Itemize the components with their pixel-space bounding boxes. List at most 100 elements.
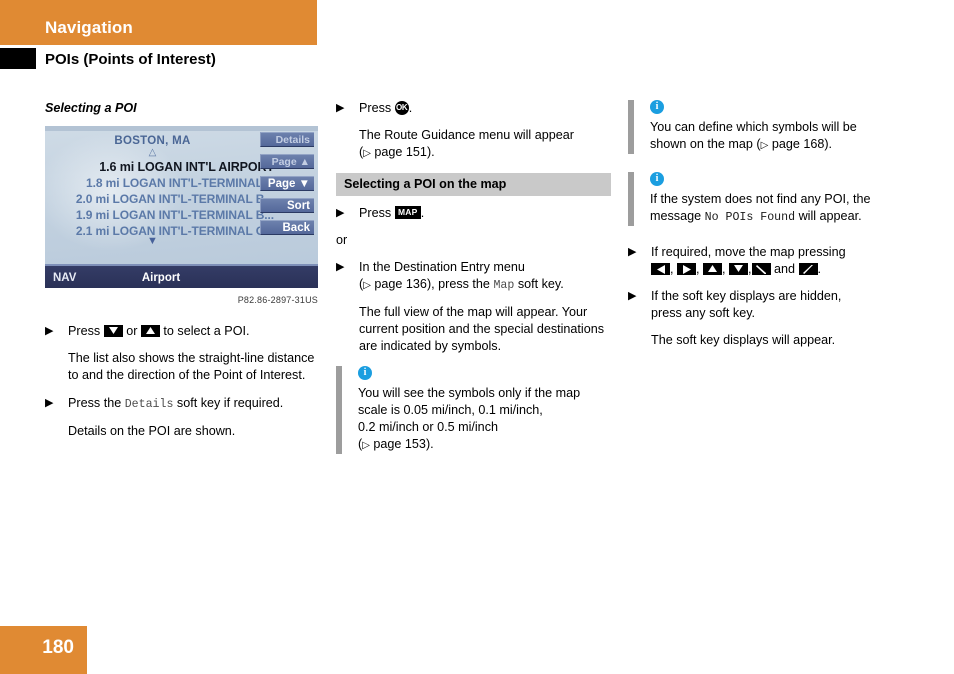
- step-text-line2-post: soft key.: [517, 277, 564, 291]
- note-text: You will see the symbols only if the map…: [358, 385, 611, 454]
- info-icon: i: [358, 366, 372, 380]
- note-text: If the system does not find any POI, the…: [650, 191, 918, 226]
- step-text-line1: If required, move the map pressing: [651, 245, 846, 259]
- step-press-ok-result: The Route Guidance menu will appear (▷ p…: [336, 127, 611, 162]
- page-reference[interactable]: page 151: [374, 145, 427, 159]
- up-arrow-key-icon[interactable]: [703, 262, 722, 275]
- diagonal-up-right-arrow-key-icon[interactable]: [798, 262, 818, 275]
- up-arrow-key-icon[interactable]: [140, 324, 160, 337]
- note-line-2-pre: message: [650, 209, 702, 223]
- step-text-pre: Press: [68, 324, 101, 338]
- softkey-name-details: Details: [124, 398, 174, 411]
- left-arrow-key-icon[interactable]: [651, 262, 670, 275]
- step-press-ok: ▶ Press OK.: [336, 100, 611, 117]
- page-number: 180: [42, 637, 74, 658]
- right-arrow-key-icon[interactable]: [677, 262, 696, 275]
- step-select-poi-result: The list also shows the straight-line di…: [68, 351, 315, 382]
- poi-distance: 1.6 mi: [99, 160, 135, 174]
- page-reference[interactable]: page 153: [373, 437, 426, 451]
- left-subheading: Selecting a POI: [45, 101, 137, 115]
- poi-name: LOGAN INT'L-TERMINAL B...: [112, 208, 275, 222]
- poi-name: LOGAN INT'L AIRPORT: [137, 160, 275, 174]
- nav-status-bar: NAV Airport: [45, 264, 318, 288]
- section-title: POIs (Points of Interest): [45, 51, 216, 68]
- note-line-3: 0.2 mi/inch or 0.5 mi/inch: [358, 420, 498, 434]
- poi-list[interactable]: 1.6 mi LOGAN INT'L AIRPORT 1.8 mi LOGAN …: [45, 159, 277, 239]
- note-text: You can define which symbols will be sho…: [650, 119, 918, 154]
- step-bullet-icon: ▶: [45, 325, 54, 337]
- note-line-1: You can define which symbols will be: [650, 120, 857, 134]
- soft-key-sort[interactable]: Sort: [260, 198, 314, 213]
- step-text-end: .: [817, 262, 822, 276]
- note-accent-bar: [336, 366, 342, 454]
- diagonal-down-right-arrow-key-icon[interactable]: [751, 262, 771, 275]
- step-destination-entry-result: The full view of the map will appear. Yo…: [359, 305, 605, 353]
- step-text-post: .: [408, 101, 413, 115]
- step-press-map: ▶ Press MAP.: [336, 205, 611, 222]
- step-destination-entry: ▶ In the Destination Entry menu (▷ page …: [336, 259, 611, 294]
- left-column: Selecting a POI BOSTON, MA △ 1.6 mi LOGA…: [45, 100, 325, 451]
- poi-list-item[interactable]: 1.9 mi LOGAN INT'L-TERMINAL B...: [45, 207, 277, 223]
- poi-distance: 1.9 mi: [75, 208, 110, 222]
- or-separator: or: [336, 233, 348, 247]
- info-icon: i: [650, 172, 664, 186]
- poi-distance: 1.8 mi: [86, 176, 120, 190]
- soft-key-page-up[interactable]: Page ▲: [260, 154, 314, 169]
- page-reference[interactable]: page 136: [374, 277, 427, 291]
- note-line-2-post: will appear.: [798, 209, 862, 223]
- poi-distance: 2.0 mi: [75, 192, 110, 206]
- step-softkeys-hidden-result: The soft key displays will appear.: [651, 333, 836, 347]
- step-text-and: and: [774, 262, 796, 276]
- right-column: i You can define which symbols will be s…: [628, 100, 918, 360]
- cross-reference-triangle-icon: ▷: [363, 147, 371, 159]
- middle-column: ▶ Press OK. The Route Guidance menu will…: [336, 100, 611, 472]
- step-text-post: .: [420, 206, 425, 220]
- step-text-mid: or: [126, 324, 138, 338]
- section-marker-block: [0, 48, 36, 69]
- nav-category-label: Airport: [141, 272, 181, 284]
- step-move-map: ▶ If required, move the map pressing , ,…: [628, 245, 846, 276]
- step-text-post: to select a POI.: [163, 324, 250, 338]
- step-text-line2: press any soft key.: [651, 306, 756, 320]
- down-arrow-key-icon[interactable]: [103, 324, 123, 337]
- info-icon: i: [650, 100, 664, 114]
- poi-list-item[interactable]: 1.6 mi LOGAN INT'L AIRPORT: [45, 159, 277, 175]
- soft-key-page-down[interactable]: Page ▼: [260, 176, 314, 191]
- system-message-no-pois: No POIs Found: [704, 211, 796, 224]
- page-reference[interactable]: page 168: [772, 137, 825, 151]
- soft-key-back[interactable]: Back: [260, 220, 314, 235]
- chapter-title: Navigation: [45, 18, 133, 37]
- step-bullet-icon: ▶: [45, 397, 54, 409]
- step-press-details: ▶ Press the Details soft key if required…: [45, 395, 325, 413]
- note-accent-bar: [628, 172, 634, 226]
- poi-name: LOGAN INT'L-TERMINAL A: [122, 176, 274, 190]
- poi-list-item[interactable]: 2.0 mi LOGAN INT'L-TERMINAL B...: [45, 191, 277, 207]
- figure-caption: P82.86-2897-31US: [237, 295, 318, 305]
- step-text-post: soft key if required.: [176, 396, 284, 410]
- scroll-up-icon[interactable]: △: [45, 148, 260, 158]
- step-text-line1: In the Destination Entry menu: [359, 260, 525, 274]
- step-bullet-icon: ▶: [336, 102, 345, 114]
- screen-top-strip: [45, 126, 318, 131]
- cross-reference-triangle-icon: ▷: [362, 439, 370, 451]
- ok-button-icon[interactable]: OK: [394, 100, 409, 115]
- note-no-pois-found: i If the system does not find any POI, t…: [628, 172, 918, 226]
- cross-reference-triangle-icon: ▷: [760, 139, 769, 151]
- map-key-icon[interactable]: MAP: [394, 206, 421, 220]
- note-line-4-post: ).: [425, 437, 434, 451]
- step-bullet-icon: ▶: [336, 207, 345, 219]
- middle-subheading: Selecting a POI on the map: [336, 173, 611, 196]
- step-text-pre: Press: [359, 206, 392, 220]
- poi-list-item[interactable]: 1.8 mi LOGAN INT'L-TERMINAL A: [45, 175, 277, 191]
- note-accent-bar: [628, 100, 634, 154]
- softkey-name-map: Map: [493, 279, 515, 292]
- note-line-1: If the system does not find any POI, the: [650, 192, 871, 206]
- step-text-line1: If the soft key displays are hidden,: [651, 289, 842, 303]
- result-line-2-post: ).: [426, 145, 435, 159]
- note-line-2-post: ).: [824, 137, 833, 151]
- note-define-symbols: i You can define which symbols will be s…: [628, 100, 918, 154]
- step-text-pre: Press the: [68, 396, 122, 410]
- soft-key-details[interactable]: Details: [260, 132, 314, 147]
- down-arrow-key-icon[interactable]: [729, 262, 748, 275]
- scroll-down-icon[interactable]: ▼: [45, 236, 260, 247]
